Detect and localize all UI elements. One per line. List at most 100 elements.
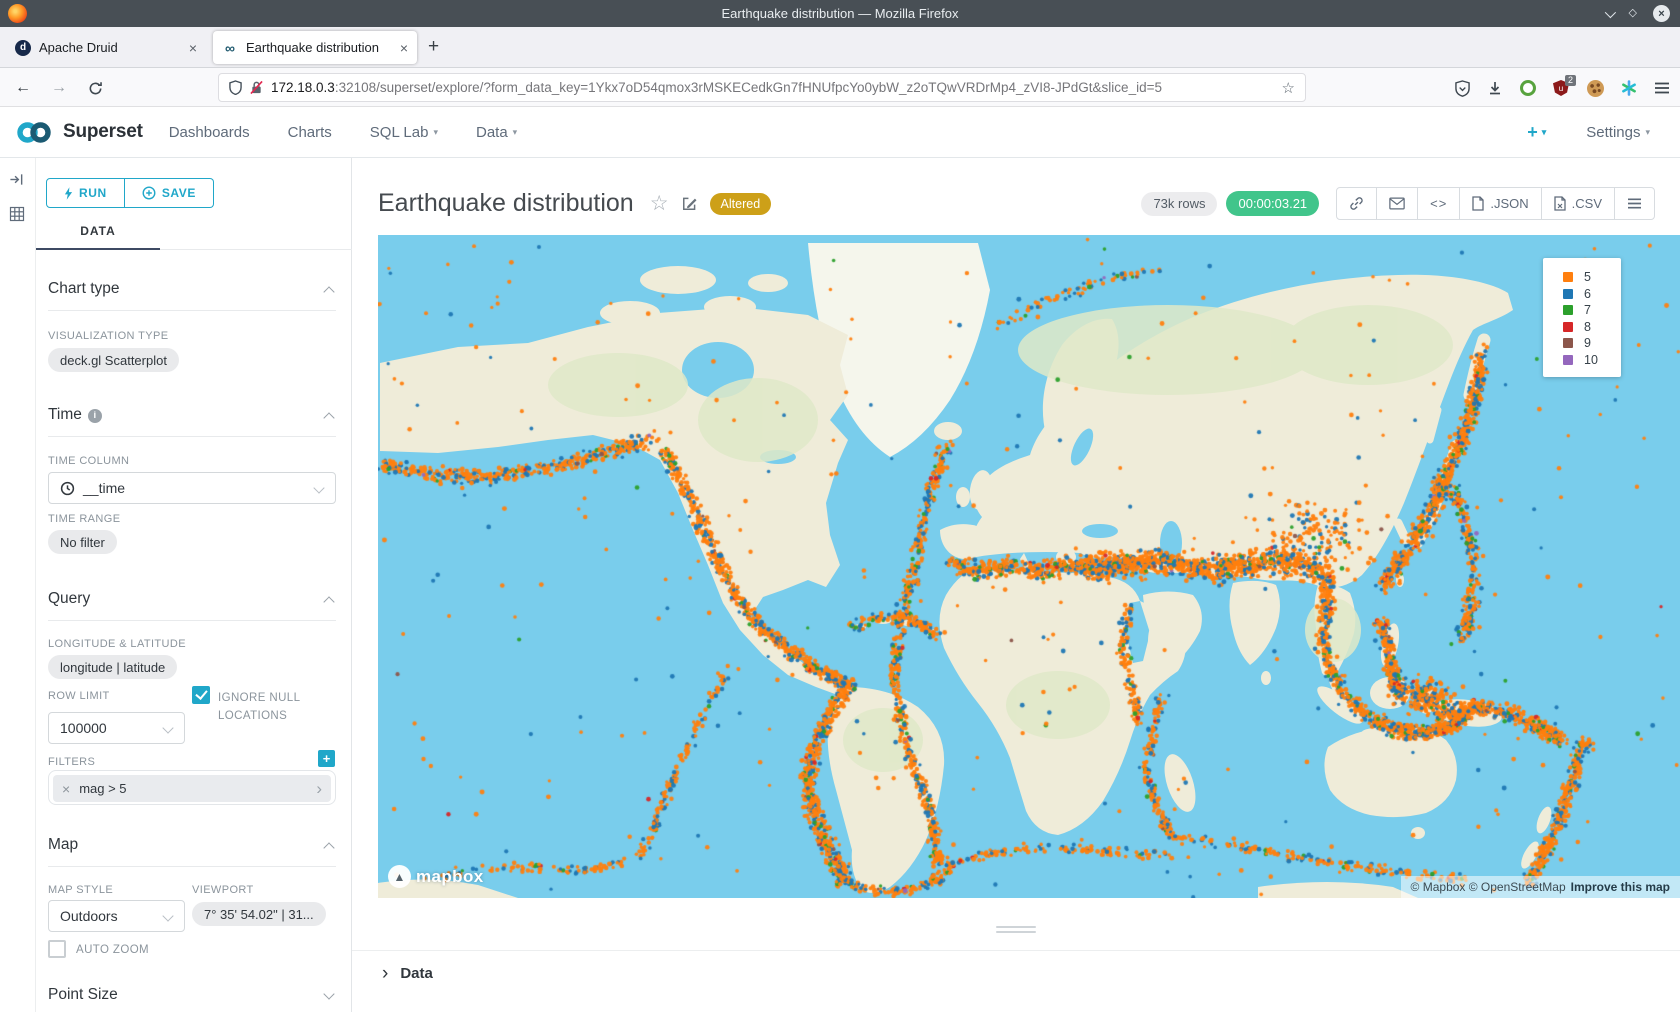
deckgl-map[interactable]: 567 8910 ▲ mapbox © Mapbox © OpenStreetMa… (378, 235, 1680, 898)
email-icon (1389, 197, 1405, 210)
legend-swatch (1563, 305, 1573, 315)
chevron-up-icon[interactable] (323, 596, 334, 607)
altered-badge[interactable]: Altered (710, 193, 772, 215)
export-csv-button[interactable]: .CSV (1541, 188, 1614, 219)
tab-close-icon[interactable]: × (400, 40, 408, 56)
plus-circle-icon (142, 186, 156, 200)
map-style-label: MAP STYLE (48, 884, 113, 896)
add-filter-button[interactable]: + (318, 750, 335, 767)
email-button[interactable] (1376, 188, 1417, 219)
remove-filter-icon[interactable]: × (53, 781, 79, 797)
cookie-icon[interactable] (1587, 80, 1604, 97)
run-button[interactable]: RUN (46, 178, 125, 208)
privacy-ring-icon[interactable] (1520, 80, 1536, 96)
auto-zoom-checkbox[interactable] (48, 940, 66, 958)
dataset-grid-icon[interactable] (9, 206, 25, 227)
shield-account-icon[interactable] (1455, 80, 1470, 97)
section-chart-type[interactable]: Chart type (48, 280, 120, 298)
mapbox-logo[interactable]: ▲ mapbox (388, 865, 484, 888)
nav-dashboards[interactable]: Dashboards (169, 124, 250, 141)
extension-asterisk-icon[interactable] (1621, 80, 1637, 96)
nav-data[interactable]: Data▾ (476, 124, 517, 141)
time-column-label: TIME COLUMN (48, 455, 129, 467)
tab-data[interactable]: DATA (36, 218, 160, 250)
favorite-star-icon[interactable]: ☆ (650, 191, 669, 216)
reload-button[interactable] (82, 75, 108, 101)
superset-logo[interactable]: Superset (0, 119, 143, 146)
caret-down-icon: ▾ (513, 127, 518, 138)
section-point-size[interactable]: Point Size (48, 986, 118, 1004)
chevron-up-icon[interactable] (323, 842, 334, 853)
new-tab-button[interactable]: + (428, 36, 439, 58)
lonlat-label: LONGITUDE & LATITUDE (48, 638, 186, 650)
chevron-down-icon[interactable] (1604, 6, 1615, 17)
viz-type-value[interactable]: deck.gl Scatterplot (48, 348, 179, 372)
url-text[interactable]: 172.18.0.3:32108/superset/explore/?form_… (271, 80, 1274, 95)
split-drag-handle[interactable] (996, 926, 1036, 936)
shield-icon[interactable] (229, 80, 242, 95)
edit-properties-icon[interactable] (681, 195, 698, 212)
tab-label: Apache Druid (39, 40, 181, 55)
bookmark-star-icon[interactable]: ☆ (1282, 79, 1295, 97)
legend-item[interactable]: 6 (1563, 286, 1615, 303)
lonlat-value[interactable]: longitude | latitude (48, 655, 177, 679)
time-column-select[interactable]: __time (48, 472, 336, 504)
data-panel-toggle[interactable]: › Data (352, 950, 1680, 982)
legend-item[interactable]: 9 (1563, 335, 1615, 352)
time-range-label: TIME RANGE (48, 513, 120, 525)
section-query[interactable]: Query (48, 590, 90, 608)
legend-label: 10 (1584, 353, 1598, 367)
superset-navbar: Superset Dashboards Charts SQL Lab▾ Data… (0, 107, 1680, 158)
nav-sql-lab[interactable]: SQL Lab▾ (370, 124, 438, 141)
tab-earthquake-distribution[interactable]: ∞ Earthquake distribution × (213, 31, 417, 64)
viz-type-label: VISUALIZATION TYPE (48, 330, 169, 342)
tab-apache-druid[interactable]: d Apache Druid × (6, 31, 206, 64)
legend-label: 7 (1584, 303, 1591, 317)
lock-slash-icon[interactable] (250, 80, 263, 95)
embed-code-button[interactable]: <> (1417, 188, 1459, 219)
firefox-logo-icon (8, 4, 27, 23)
row-limit-select[interactable]: 100000 (48, 712, 185, 744)
url-bar[interactable]: 172.18.0.3:32108/superset/explore/?form_… (218, 73, 1306, 102)
download-icon[interactable] (1487, 80, 1503, 96)
expand-panel-icon[interactable] (9, 172, 24, 192)
collapse-rail (0, 158, 36, 1012)
close-icon[interactable]: × (1653, 5, 1670, 22)
section-map[interactable]: Map (48, 836, 78, 854)
save-button[interactable]: SAVE (125, 178, 214, 208)
attribution-text[interactable]: © Mapbox © OpenStreetMap (1411, 880, 1566, 894)
section-time[interactable]: Timei (48, 406, 102, 424)
settings-menu[interactable]: Settings▾ (1586, 124, 1650, 141)
ignore-null-checkbox[interactable] (192, 686, 210, 704)
time-range-value[interactable]: No filter (48, 530, 117, 554)
chevron-right-icon[interactable]: › (307, 779, 331, 799)
ublock-shield-icon[interactable]: u 2 (1553, 80, 1570, 96)
nav-charts[interactable]: Charts (288, 124, 332, 141)
chevron-up-icon[interactable] (323, 286, 334, 297)
legend-item[interactable]: 7 (1563, 302, 1615, 319)
chevron-up-icon[interactable] (323, 412, 334, 423)
viewport-value[interactable]: 7° 35' 54.02" | 31... (192, 902, 326, 926)
data-panel-label: Data (400, 965, 433, 982)
filter-item[interactable]: × mag > 5 › (53, 775, 331, 802)
legend-swatch (1563, 338, 1573, 348)
chevron-down-icon[interactable] (323, 988, 334, 999)
forward-button[interactable]: → (46, 75, 72, 101)
superset-favicon-icon: ∞ (222, 40, 238, 56)
copy-link-button[interactable] (1337, 188, 1376, 219)
panel-tabs: DATA (36, 218, 352, 250)
back-button[interactable]: ← (10, 75, 36, 101)
more-options-button[interactable] (1614, 188, 1654, 219)
legend-item[interactable]: 5 (1563, 269, 1615, 286)
add-new-button[interactable]: +▾ (1527, 122, 1546, 143)
improve-map-link[interactable]: Improve this map (1571, 880, 1670, 894)
tab-close-icon[interactable]: × (189, 40, 197, 56)
maximize-diamond-icon[interactable]: ◇ (1629, 8, 1637, 19)
legend-item[interactable]: 10 (1563, 352, 1615, 369)
legend-item[interactable]: 8 (1563, 319, 1615, 336)
chevron-down-icon (162, 722, 173, 733)
menu-icon[interactable] (1654, 81, 1670, 95)
link-icon (1349, 196, 1364, 211)
map-style-select[interactable]: Outdoors (48, 900, 185, 932)
export-json-button[interactable]: .JSON (1459, 188, 1540, 219)
